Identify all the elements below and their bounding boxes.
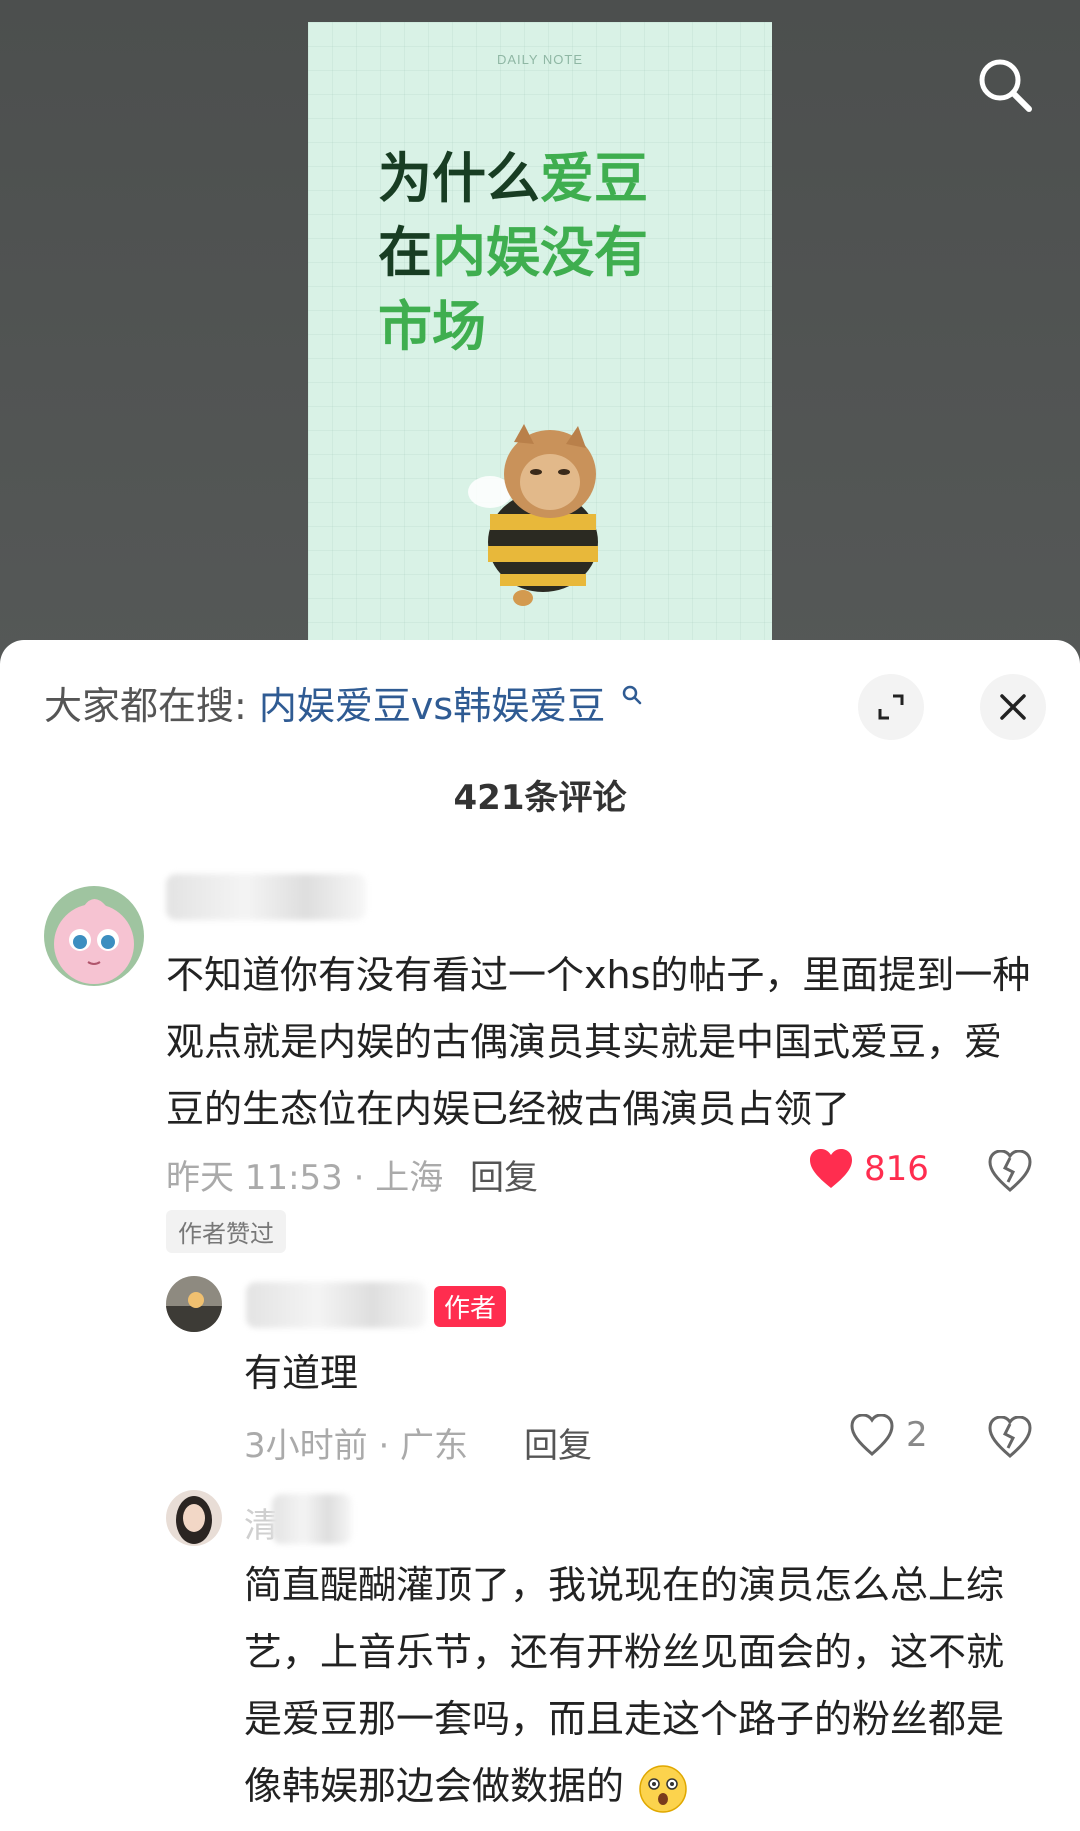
hot-search-bar[interactable]: 大家都在搜: 内娱爱豆vs韩娱爱豆: [44, 680, 643, 732]
hot-search-query[interactable]: 内娱爱豆vs韩娱爱豆: [259, 684, 605, 728]
comment-text: 有道理: [244, 1351, 359, 1395]
blurred-username[interactable]: [246, 1282, 426, 1328]
post-media-area[interactable]: DAILY NOTE 为什么爱豆 在内娱没有 市场: [0, 0, 1080, 662]
blurred-username[interactable]: [166, 874, 366, 920]
cover-title-part: 市场: [378, 295, 486, 358]
cover-tag: DAILY NOTE: [496, 52, 584, 67]
dislike-icon[interactable]: [988, 1150, 1032, 1192]
dislike-icon[interactable]: [988, 1416, 1032, 1458]
search-button[interactable]: [970, 50, 1040, 120]
reply-button[interactable]: 回复: [524, 1418, 592, 1467]
hot-search-prefix: 大家都在搜:: [44, 684, 247, 728]
cat-bee-sticker: [468, 424, 598, 606]
expand-button[interactable]: [858, 674, 924, 740]
author-badge: 作者: [434, 1286, 507, 1327]
search-icon: [623, 685, 642, 705]
close-button[interactable]: [980, 674, 1046, 740]
avatar[interactable]: [44, 886, 144, 986]
avatar[interactable]: [166, 1490, 222, 1546]
heart-outline-icon: [850, 1414, 894, 1456]
comment-text-body: 简直醍醐灌顶了，我说现在的演员怎么总上综艺，上音乐节，还有开粉丝见面会的，这不就…: [244, 1563, 1005, 1808]
cover-title-part: 内娱没有: [432, 221, 648, 284]
comment-count: 421条评论: [453, 778, 627, 818]
author-liked-badge: 作者赞过: [166, 1210, 286, 1253]
cover-title-part: 爱豆: [540, 147, 648, 210]
comment-text: 简直醍醐灌顶了，我说现在的演员怎么总上综艺，上音乐节，还有开粉丝见面会的，这不就…: [244, 1552, 1036, 1820]
comment-meta: 3小时前 · 广东: [244, 1426, 469, 1466]
like-count: 2: [906, 1415, 928, 1455]
reply-button[interactable]: 回复: [470, 1150, 538, 1199]
cover-title: 为什么爱豆 在内娱没有 市场: [378, 142, 718, 364]
dizzy-face-emoji-icon: [639, 1764, 687, 1813]
like-count: 816: [864, 1149, 929, 1189]
expand-icon: [878, 694, 904, 720]
close-icon: [1000, 694, 1026, 720]
comments-sheet: 大家都在搜: 内娱爱豆vs韩娱爱豆 421条评论 不知道你有没有看过一个xhs的…: [0, 640, 1080, 1831]
like-button[interactable]: 2: [850, 1414, 928, 1456]
heart-filled-icon: [810, 1149, 852, 1188]
avatar[interactable]: [166, 1276, 222, 1332]
comment-text: 不知道你有没有看过一个xhs的帖子，里面提到一种观点就是内娱的古偶演员其实就是中…: [166, 953, 1031, 1131]
cover-title-part: 在: [378, 221, 432, 284]
post-cover-image[interactable]: DAILY NOTE 为什么爱豆 在内娱没有 市场: [308, 22, 772, 662]
blurred-username[interactable]: [272, 1494, 352, 1544]
cover-title-part: 为什么: [378, 147, 540, 210]
like-button[interactable]: 816: [808, 1148, 929, 1190]
search-icon: [979, 59, 1032, 112]
comment-meta: 昨天 11:53 · 上海: [166, 1158, 444, 1198]
